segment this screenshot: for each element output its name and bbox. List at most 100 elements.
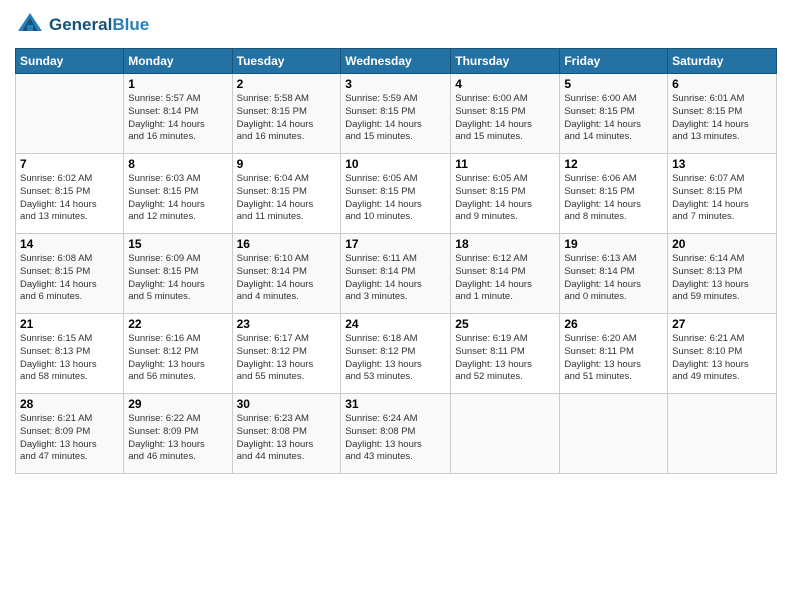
day-cell: 28 Sunrise: 6:21 AM Sunset: 8:09 PM Dayli…	[16, 394, 124, 474]
day-number: 15	[128, 237, 227, 251]
day-info: Sunrise: 6:05 AM Sunset: 8:15 PM Dayligh…	[455, 173, 555, 224]
day-cell: 30 Sunrise: 6:23 AM Sunset: 8:08 PM Dayli…	[232, 394, 341, 474]
day-cell: 1 Sunrise: 5:57 AM Sunset: 8:14 PM Daylig…	[124, 74, 232, 154]
calendar-body: 1 Sunrise: 5:57 AM Sunset: 8:14 PM Daylig…	[16, 74, 777, 474]
day-info: Sunrise: 6:09 AM Sunset: 8:15 PM Dayligh…	[128, 253, 227, 304]
day-number: 1	[128, 77, 227, 91]
day-cell: 29Sunrise: 6:22 AM Sunset: 8:09 PM Dayli…	[124, 394, 232, 474]
day-cell: 25 Sunrise: 6:19 AM Sunset: 8:11 PM Dayli…	[451, 314, 560, 394]
day-cell: 2 Sunrise: 5:58 AM Sunset: 8:15 PM Daylig…	[232, 74, 341, 154]
day-number: 16	[237, 237, 337, 251]
day-info: Sunrise: 6:05 AM Sunset: 8:15 PM Dayligh…	[345, 173, 446, 224]
day-cell	[668, 394, 777, 474]
header-cell-tuesday: Tuesday	[232, 49, 341, 74]
week-row-2: 7 Sunrise: 6:02 AM Sunset: 8:15 PM Daylig…	[16, 154, 777, 234]
day-cell: 9Sunrise: 6:04 AM Sunset: 8:15 PM Daylig…	[232, 154, 341, 234]
day-number: 3	[345, 77, 446, 91]
day-number: 21	[20, 317, 119, 331]
day-cell: 19 Sunrise: 6:13 AM Sunset: 8:14 PM Dayli…	[560, 234, 668, 314]
day-number: 23	[237, 317, 337, 331]
day-cell: 13 Sunrise: 6:07 AM Sunset: 8:15 PM Dayli…	[668, 154, 777, 234]
day-info: Sunrise: 6:07 AM Sunset: 8:15 PM Dayligh…	[672, 173, 772, 224]
day-cell: 6 Sunrise: 6:01 AM Sunset: 8:15 PM Daylig…	[668, 74, 777, 154]
day-number: 24	[345, 317, 446, 331]
day-info: Sunrise: 6:03 AM Sunset: 8:15 PM Dayligh…	[128, 173, 227, 224]
day-cell: 26 Sunrise: 6:20 AM Sunset: 8:11 PM Dayli…	[560, 314, 668, 394]
day-number: 22	[128, 317, 227, 331]
header-cell-monday: Monday	[124, 49, 232, 74]
logo-icon	[15, 10, 45, 40]
day-number: 17	[345, 237, 446, 251]
week-row-5: 28 Sunrise: 6:21 AM Sunset: 8:09 PM Dayli…	[16, 394, 777, 474]
day-number: 14	[20, 237, 119, 251]
day-cell: 7 Sunrise: 6:02 AM Sunset: 8:15 PM Daylig…	[16, 154, 124, 234]
calendar-header: SundayMondayTuesdayWednesdayThursdayFrid…	[16, 49, 777, 74]
day-cell: 23 Sunrise: 6:17 AM Sunset: 8:12 PM Dayli…	[232, 314, 341, 394]
day-info: Sunrise: 6:13 AM Sunset: 8:14 PM Dayligh…	[564, 253, 663, 304]
day-cell: 18 Sunrise: 6:12 AM Sunset: 8:14 PM Dayli…	[451, 234, 560, 314]
day-number: 20	[672, 237, 772, 251]
day-number: 8	[128, 157, 227, 171]
day-info: Sunrise: 6:24 AM Sunset: 8:08 PM Dayligh…	[345, 413, 446, 464]
day-number: 25	[455, 317, 555, 331]
day-info: Sunrise: 6:19 AM Sunset: 8:11 PM Dayligh…	[455, 333, 555, 384]
day-info: Sunrise: 6:16 AM Sunset: 8:12 PM Dayligh…	[128, 333, 227, 384]
day-number: 18	[455, 237, 555, 251]
day-info: Sunrise: 6:10 AM Sunset: 8:14 PM Dayligh…	[237, 253, 337, 304]
header-cell-friday: Friday	[560, 49, 668, 74]
day-number: 29	[128, 397, 227, 411]
day-info: Sunrise: 6:23 AM Sunset: 8:08 PM Dayligh…	[237, 413, 337, 464]
day-info: Sunrise: 6:12 AM Sunset: 8:14 PM Dayligh…	[455, 253, 555, 304]
header-cell-sunday: Sunday	[16, 49, 124, 74]
day-number: 26	[564, 317, 663, 331]
week-row-3: 14 Sunrise: 6:08 AM Sunset: 8:15 PM Dayli…	[16, 234, 777, 314]
day-number: 31	[345, 397, 446, 411]
day-cell: 21 Sunrise: 6:15 AM Sunset: 8:13 PM Dayli…	[16, 314, 124, 394]
day-number: 4	[455, 77, 555, 91]
day-info: Sunrise: 6:15 AM Sunset: 8:13 PM Dayligh…	[20, 333, 119, 384]
week-row-4: 21 Sunrise: 6:15 AM Sunset: 8:13 PM Dayli…	[16, 314, 777, 394]
day-info: Sunrise: 6:18 AM Sunset: 8:12 PM Dayligh…	[345, 333, 446, 384]
day-number: 2	[237, 77, 337, 91]
day-cell: 5 Sunrise: 6:00 AM Sunset: 8:15 PM Daylig…	[560, 74, 668, 154]
day-info: Sunrise: 6:00 AM Sunset: 8:15 PM Dayligh…	[455, 93, 555, 144]
day-cell: 3Sunrise: 5:59 AM Sunset: 8:15 PM Daylig…	[341, 74, 451, 154]
day-info: Sunrise: 6:01 AM Sunset: 8:15 PM Dayligh…	[672, 93, 772, 144]
day-number: 11	[455, 157, 555, 171]
day-number: 30	[237, 397, 337, 411]
day-cell: 4 Sunrise: 6:00 AM Sunset: 8:15 PM Daylig…	[451, 74, 560, 154]
day-number: 28	[20, 397, 119, 411]
day-info: Sunrise: 6:11 AM Sunset: 8:14 PM Dayligh…	[345, 253, 446, 304]
header-cell-thursday: Thursday	[451, 49, 560, 74]
day-info: Sunrise: 6:17 AM Sunset: 8:12 PM Dayligh…	[237, 333, 337, 384]
header-cell-saturday: Saturday	[668, 49, 777, 74]
day-cell: 17 Sunrise: 6:11 AM Sunset: 8:14 PM Dayli…	[341, 234, 451, 314]
day-cell: 24 Sunrise: 6:18 AM Sunset: 8:12 PM Dayli…	[341, 314, 451, 394]
day-info: Sunrise: 6:20 AM Sunset: 8:11 PM Dayligh…	[564, 333, 663, 384]
day-number: 5	[564, 77, 663, 91]
header-cell-wednesday: Wednesday	[341, 49, 451, 74]
day-info: Sunrise: 6:21 AM Sunset: 8:09 PM Dayligh…	[20, 413, 119, 464]
day-number: 19	[564, 237, 663, 251]
day-info: Sunrise: 6:14 AM Sunset: 8:13 PM Dayligh…	[672, 253, 772, 304]
day-info: Sunrise: 6:02 AM Sunset: 8:15 PM Dayligh…	[20, 173, 119, 224]
day-number: 27	[672, 317, 772, 331]
day-number: 9	[237, 157, 337, 171]
day-number: 13	[672, 157, 772, 171]
day-cell: 10Sunrise: 6:05 AM Sunset: 8:15 PM Dayli…	[341, 154, 451, 234]
day-number: 6	[672, 77, 772, 91]
day-cell	[560, 394, 668, 474]
day-cell: 11 Sunrise: 6:05 AM Sunset: 8:15 PM Dayli…	[451, 154, 560, 234]
day-cell: 15 Sunrise: 6:09 AM Sunset: 8:15 PM Dayli…	[124, 234, 232, 314]
day-info: Sunrise: 6:08 AM Sunset: 8:15 PM Dayligh…	[20, 253, 119, 304]
week-row-1: 1 Sunrise: 5:57 AM Sunset: 8:14 PM Daylig…	[16, 74, 777, 154]
day-cell: 14 Sunrise: 6:08 AM Sunset: 8:15 PM Dayli…	[16, 234, 124, 314]
day-number: 7	[20, 157, 119, 171]
day-info: Sunrise: 6:21 AM Sunset: 8:10 PM Dayligh…	[672, 333, 772, 384]
day-cell: 16 Sunrise: 6:10 AM Sunset: 8:14 PM Dayli…	[232, 234, 341, 314]
day-info: Sunrise: 5:57 AM Sunset: 8:14 PM Dayligh…	[128, 93, 227, 144]
day-info: Sunrise: 5:58 AM Sunset: 8:15 PM Dayligh…	[237, 93, 337, 144]
day-cell	[451, 394, 560, 474]
day-number: 12	[564, 157, 663, 171]
day-info: Sunrise: 6:00 AM Sunset: 8:15 PM Dayligh…	[564, 93, 663, 144]
